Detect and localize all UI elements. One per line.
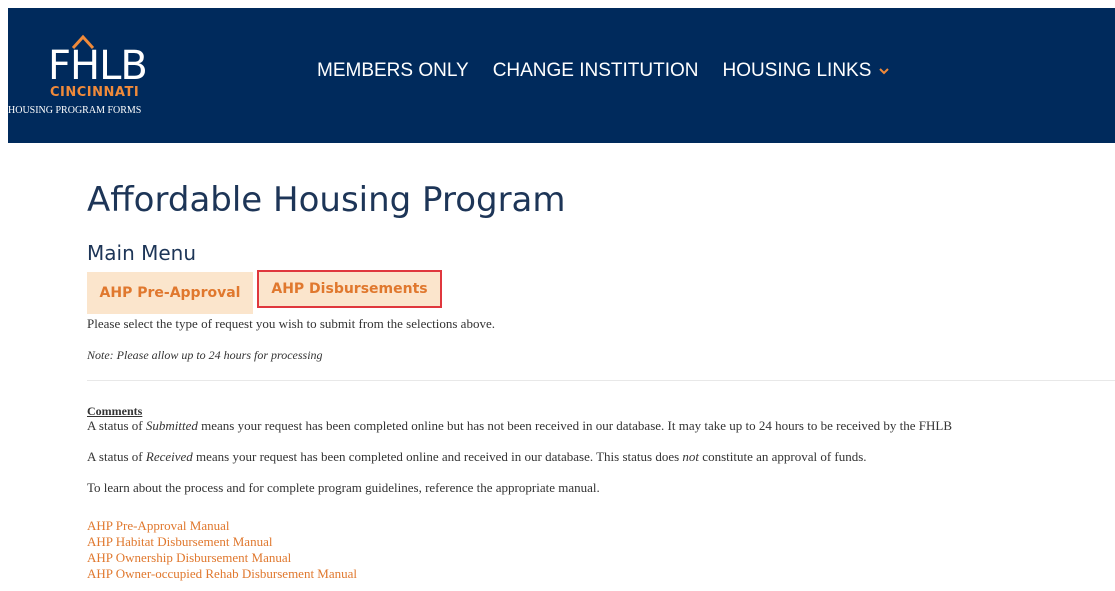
section-title: Main Menu [87,241,197,265]
instruction-text: Please select the type of request you wi… [87,316,495,331]
logo-city: CINCINNATI [50,85,140,100]
main-nav: MEMBERS ONLY CHANGE INSTITUTION HOUSING … [317,60,891,82]
nav-change-institution-label: CHANGE INSTITUTION [492,60,699,81]
section-divider [87,380,1115,381]
logo-mark: FHLB [48,43,148,89]
link-pre-approval-manual[interactable]: AHP Pre-Approval Manual [87,518,357,534]
link-owner-occupied-rehab-manual[interactable]: AHP Owner-occupied Rehab Disbursement Ma… [87,566,357,582]
processing-note: Note: Please allow up to 24 hours for pr… [87,348,323,362]
received-term: Received [145,449,193,464]
site-header: FHLB CINCINNATI HOUSING PROGRAM FORMS ME… [8,8,1115,143]
tab-ahp-disbursements-label: AHP Disbursements [271,281,428,297]
fhlb-logo[interactable]: FHLB CINCINNATI HOUSING PROGRAM FORMS [8,8,188,143]
link-habitat-disbursement-manual[interactable]: AHP Habitat Disbursement Manual [87,534,357,550]
guidelines-text: To learn about the process and for compl… [87,480,600,495]
manual-links: AHP Pre-Approval Manual AHP Habitat Disb… [87,518,357,582]
tab-ahp-pre-approval[interactable]: AHP Pre-Approval [87,272,253,314]
page-title: Affordable Housing Program [87,180,566,220]
submitted-prefix: A status of [87,418,146,433]
tab-ahp-pre-approval-label: AHP Pre-Approval [99,285,241,301]
received-middle: means your request has been completed on… [192,449,683,464]
nav-housing-links[interactable]: HOUSING LINKS [723,60,892,82]
chevron-down-icon[interactable] [877,64,891,78]
status-submitted-text: A status of Submitted means your request… [87,418,952,434]
received-prefix: A status of [87,449,146,464]
nav-change-institution[interactable]: CHANGE INSTITUTION [493,60,699,82]
nav-members-only-label: MEMBERS ONLY [317,60,469,81]
received-emphasis: not [682,449,700,464]
comments-heading: Comments [87,404,143,418]
link-ownership-disbursement-manual[interactable]: AHP Ownership Disbursement Manual [87,550,357,566]
received-suffix: constitute an approval of funds. [699,449,867,464]
logo-subtitle: HOUSING PROGRAM FORMS [8,105,142,116]
status-received-text: A status of Received means your request … [87,449,867,465]
submitted-term: Submitted [145,418,198,433]
nav-housing-links-label: HOUSING LINKS [722,60,872,81]
nav-members-only[interactable]: MEMBERS ONLY [317,60,469,82]
submitted-suffix: means your request has been completed on… [197,418,953,433]
tab-ahp-disbursements[interactable]: AHP Disbursements [257,270,442,308]
